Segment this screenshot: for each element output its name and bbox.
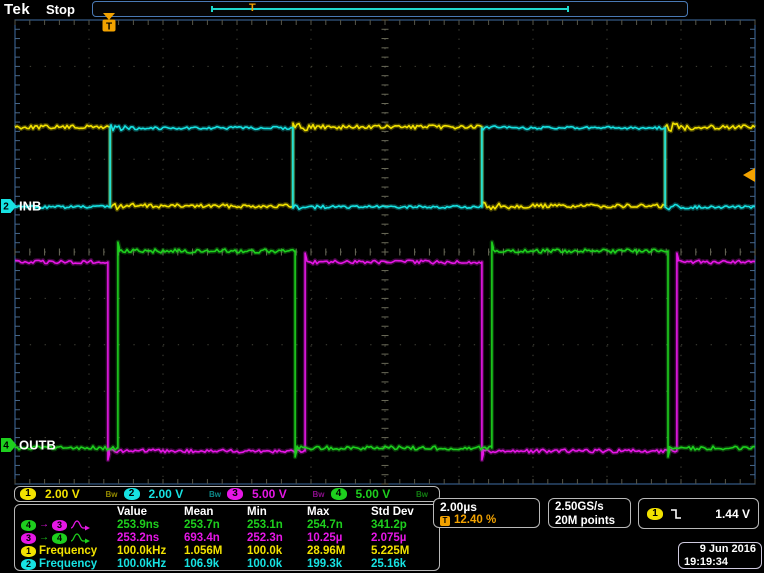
bandwidth-limit-icon: Bw: [209, 490, 221, 499]
timebase-scale: 2.00µs: [440, 500, 533, 514]
measurement-value: 2.075µ: [371, 532, 435, 544]
measurement-row: 3→4 253.2ns693.4n252.3n10.25µ2.075µ: [17, 532, 437, 545]
measurement-column-header: Mean: [184, 506, 247, 518]
bandwidth-limit-icon: Bw: [416, 490, 428, 499]
scope-screen: Tek Stop T T2INB4OUTB 12.00 VBw22.00 VBw…: [0, 0, 764, 573]
measurement-column-header: Std Dev: [371, 506, 435, 518]
measurement-value: 100.0k: [247, 558, 307, 570]
channel-4-badge: 4: [21, 520, 36, 531]
channel-3-scale: 5.00 V: [252, 487, 287, 501]
measurement-value: 25.16k: [371, 558, 435, 570]
measurement-value: 100.0kHz: [117, 558, 184, 570]
channel-2-readout[interactable]: 2 2.00 V Bw: [124, 487, 228, 501]
measurement-value: 341.2p: [371, 519, 435, 531]
measurement-row: 4→3 253.9ns253.7n253.1n254.7n341.2p: [17, 519, 437, 532]
record-length: 20M points: [555, 514, 624, 528]
sample-rate: 2.50GS/s: [555, 500, 624, 514]
measurement-value: 100.0k: [247, 545, 307, 557]
acquisition-settings-box[interactable]: 2.50GS/s 20M points: [548, 498, 631, 528]
measurement-value: 106.9k: [184, 558, 247, 570]
channel-1-scale: 2.00 V: [45, 487, 80, 501]
measurement-value: 5.225M: [371, 545, 435, 557]
measurement-value: 253.1n: [247, 519, 307, 531]
measurement-column-header: Max: [307, 506, 371, 518]
measurement-name: Frequency: [39, 545, 97, 557]
measurement-value: 254.7n: [307, 519, 371, 531]
measurement-value: 253.2ns: [117, 532, 184, 544]
channel-2-badge: 2: [124, 488, 140, 500]
measurement-column-header: Min: [247, 506, 307, 518]
measurement-row: 2Frequency 100.0kHz106.9k100.0k199.3k25.1…: [17, 558, 437, 571]
channel-1-badge: 1: [21, 546, 36, 557]
channel-4-readout[interactable]: 4 5.00 V Bw: [331, 487, 435, 501]
trigger-source-badge: 1: [647, 508, 663, 520]
measurement-value: 28.96M: [307, 545, 371, 557]
channel-1-badge: 1: [20, 488, 36, 500]
trigger-level: 1.44 V: [689, 507, 750, 521]
channel-1-readout[interactable]: 1 2.00 V Bw: [20, 487, 124, 501]
channel-2-scale: 2.00 V: [149, 487, 184, 501]
delay-measurement-icon: [70, 519, 91, 531]
trigger-position-percent: 12.40 %: [454, 514, 496, 527]
channel-4-marker[interactable]: 4 OUTB: [1, 438, 56, 453]
horizontal-settings-box[interactable]: 2.00µs T 12.40 %: [433, 498, 540, 528]
measurement-value: 100.0kHz: [117, 545, 184, 557]
arrow-icon: →: [39, 520, 49, 530]
measurements-table: ValueMeanMinMaxStd Dev4→3253.9ns253.7n25…: [14, 504, 440, 571]
channel-4-scale: 5.00 V: [356, 487, 391, 501]
measurements-header-row: ValueMeanMinMaxStd Dev: [17, 506, 437, 519]
channel-2-badge: 2: [21, 559, 36, 570]
measurement-value: 253.7n: [184, 519, 247, 531]
trigger-position-icon: T: [440, 516, 450, 526]
trigger-settings-box[interactable]: 1 1.44 V: [638, 498, 759, 529]
datetime-box: 9 Jun 2016 19:19:34: [678, 542, 762, 569]
channel-4-label: OUTB: [19, 438, 56, 453]
measurement-name: Frequency: [39, 558, 97, 570]
channel-3-badge: 3: [21, 533, 36, 544]
measurement-value: 253.9ns: [117, 519, 184, 531]
time-label: 19:19:34: [684, 556, 756, 569]
channel-4-badge: 4: [331, 488, 347, 500]
channel-3-badge: 3: [52, 520, 67, 531]
delay-measurement-icon: [70, 532, 91, 544]
measurement-value: 252.3n: [247, 532, 307, 544]
svg-text:4: 4: [3, 441, 9, 452]
measurement-column-header: Value: [117, 506, 184, 518]
channel-4-badge: 4: [52, 533, 67, 544]
bandwidth-limit-icon: Bw: [106, 490, 118, 499]
measurement-value: 199.3k: [307, 558, 371, 570]
svg-text:T: T: [106, 22, 112, 33]
measurement-value: 1.056M: [184, 545, 247, 557]
svg-text:2: 2: [3, 202, 9, 213]
channel-settings-bar: 1 2.00 V Bw 2 2.00 V Bw 3 5.00 V Bw 4 5.00 V Bw: [14, 486, 440, 502]
channel-3-badge: 3: [227, 488, 243, 500]
arrow-icon: →: [39, 533, 49, 543]
measurement-row: 1Frequency 100.0kHz1.056M100.0k28.96M5.22…: [17, 545, 437, 558]
channel-3-readout[interactable]: 3 5.00 V Bw: [227, 487, 331, 501]
falling-edge-icon: [670, 508, 682, 520]
channel-2-label: INB: [19, 199, 41, 214]
channel-2-marker[interactable]: 2 INB: [1, 199, 41, 214]
measurement-value: 693.4n: [184, 532, 247, 544]
date-label: 9 Jun 2016: [684, 543, 756, 556]
bandwidth-limit-icon: Bw: [313, 490, 325, 499]
trigger-position-flag[interactable]: T: [103, 13, 116, 33]
measurement-value: 10.25µ: [307, 532, 371, 544]
